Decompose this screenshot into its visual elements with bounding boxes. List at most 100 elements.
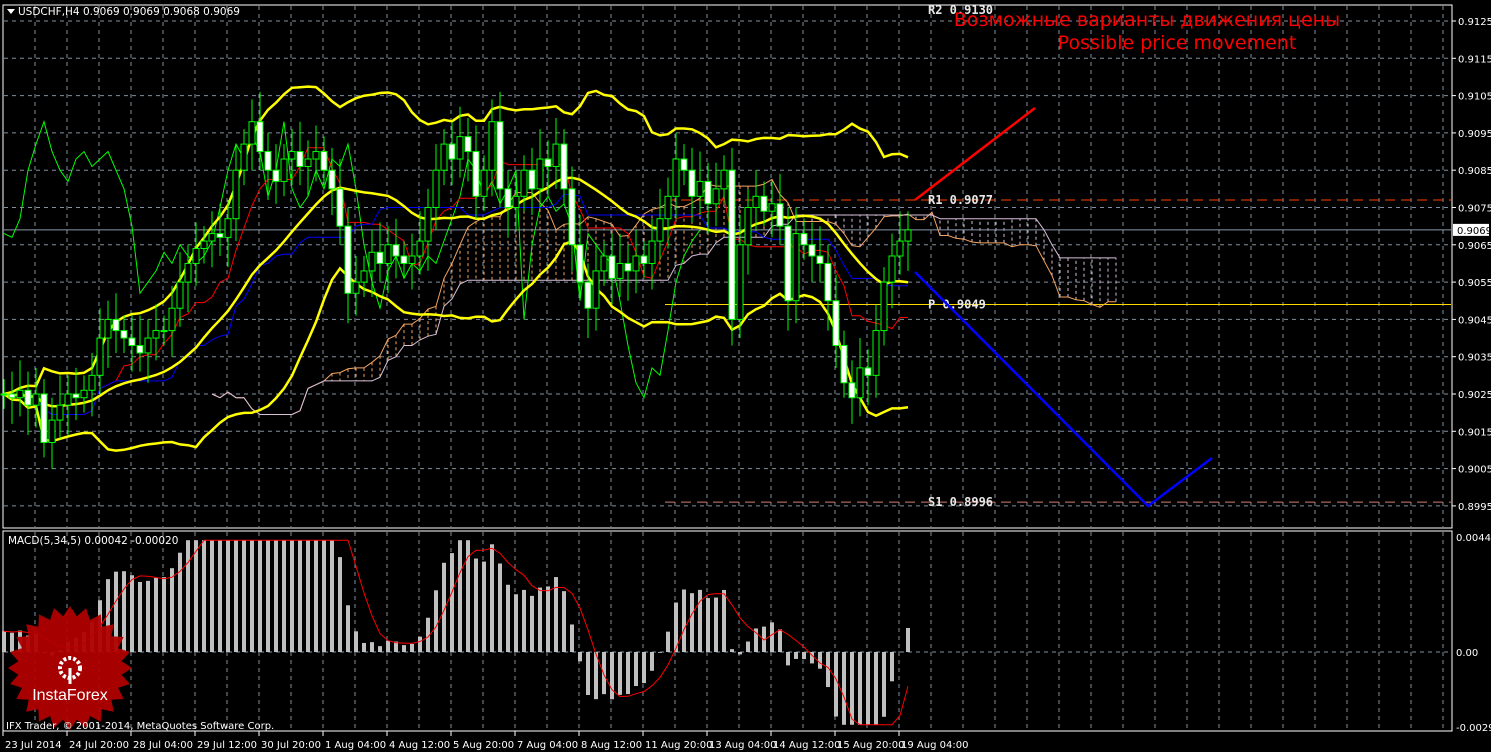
candle-bear [544, 158, 552, 167]
candle-bull [896, 240, 904, 257]
candle-bear [840, 345, 848, 384]
candle-bear [256, 121, 264, 153]
macd-bar [338, 557, 342, 652]
price-chart[interactable]: R2 0.9130R1 0.9077P 0.9049S1 0.8996 0.91… [0, 0, 1491, 752]
candle-bull [632, 255, 640, 272]
macd-bar [730, 649, 734, 652]
candle-bull [696, 180, 704, 197]
macd-bar [482, 561, 486, 652]
macd-bar [266, 540, 270, 652]
macd-bar [386, 640, 390, 652]
macd-bar [474, 558, 478, 652]
macd-bar [890, 652, 894, 682]
macd-bar [250, 540, 254, 652]
macd-tick-label: -0.0029 [1456, 723, 1491, 734]
candle-bull [192, 248, 200, 264]
candle-bear [504, 188, 512, 209]
macd-bar [602, 652, 606, 695]
macd-bar [618, 652, 622, 695]
macd-bar [410, 643, 414, 652]
candle-bull [440, 143, 448, 171]
footer-copyright: IFX Trader, © 2001-2014, MetaQuotes Soft… [6, 721, 274, 732]
macd-bar [690, 593, 694, 652]
price-tick-label: 0.9025 [1458, 390, 1491, 401]
macd-bar [658, 652, 662, 653]
candle-bull [88, 374, 96, 391]
macd-bar [2, 631, 6, 652]
candle-bull [152, 330, 160, 339]
candle-bull [384, 244, 392, 264]
candle-bull [480, 169, 488, 197]
macd-bar [226, 540, 230, 652]
main-pane [2, 4, 1453, 529]
annotation-ru: Возможные варианты движения цены [954, 9, 1340, 31]
candle-bull [520, 169, 528, 197]
macd-bar [746, 641, 750, 652]
candle-bull [512, 195, 520, 208]
candle-bull [368, 251, 376, 272]
macd-bar [626, 652, 630, 695]
time-tick-label: 1 Aug 04:00 [325, 740, 386, 751]
candle-bull [432, 169, 440, 208]
macd-bar [242, 540, 246, 652]
price-tick-label: 0.9045 [1458, 315, 1491, 326]
macd-bar [282, 540, 286, 652]
candle-bull [664, 195, 672, 220]
macd-bar [842, 652, 846, 725]
candle-bear [640, 255, 648, 264]
macd-tick-label: 0.00 [1456, 648, 1478, 659]
macd-bar [738, 652, 742, 655]
candle-bull [752, 195, 760, 208]
macd-bar [834, 652, 838, 717]
candle-bear [800, 233, 808, 246]
candle-bull [16, 389, 24, 399]
candle-bull [488, 121, 496, 171]
candle-bull [32, 393, 40, 406]
candle-bear [704, 180, 712, 205]
candle-bear [24, 389, 32, 406]
time-tick-label: 7 Aug 04:00 [517, 740, 578, 751]
macd-bar [650, 652, 654, 671]
macd-bar [666, 631, 670, 652]
candle-bull [408, 255, 416, 264]
level-label-S1: S1 0.8996 [928, 495, 993, 509]
price-tick-label: 0.9125 [1458, 17, 1491, 28]
logo-text: InstaForex [32, 687, 108, 704]
candle-bear [808, 244, 816, 257]
macd-bar [178, 552, 182, 652]
candle-bear [560, 143, 568, 190]
macd-bar [458, 540, 462, 652]
instaforex-logo: InstaForex [8, 606, 132, 730]
macd-bar [578, 652, 582, 662]
time-tick-label: 11 Aug 20:00 [645, 740, 712, 751]
candle-bull [96, 337, 104, 376]
candle-bear [680, 158, 688, 171]
macd-bar [866, 652, 870, 725]
candle-bull [160, 330, 168, 333]
candle-bull [648, 240, 656, 264]
candle-bull [48, 419, 56, 443]
macd-axis: 0.0044 0.00 -0.0029 [1456, 533, 1491, 734]
macd-bar [858, 652, 862, 725]
candle-bull [184, 262, 192, 283]
candle-bear [392, 244, 400, 257]
macd-bar [146, 580, 150, 652]
macd-bar [258, 540, 262, 652]
candle-bull [208, 233, 216, 242]
macd-bar [234, 540, 238, 652]
macd-bar [522, 589, 526, 652]
candle-bull [232, 169, 240, 220]
candle-bull [720, 169, 728, 190]
price-tick-label: 0.9085 [1458, 166, 1491, 177]
candle-bull [888, 255, 896, 283]
macd-bar [186, 540, 190, 652]
candle-bear [344, 225, 352, 294]
macd-bar [122, 571, 126, 652]
candle-bull [360, 270, 368, 283]
macd-bar [874, 652, 878, 725]
time-tick-label: 29 Jul 12:00 [197, 740, 257, 751]
macd-label: MACD(5,34,5) 0.00042 -0.00020 [8, 535, 178, 547]
price-tick-label: 0.9115 [1458, 54, 1491, 65]
candle-bull [224, 218, 232, 238]
time-tick-label: 19 Aug 04:00 [901, 740, 968, 751]
